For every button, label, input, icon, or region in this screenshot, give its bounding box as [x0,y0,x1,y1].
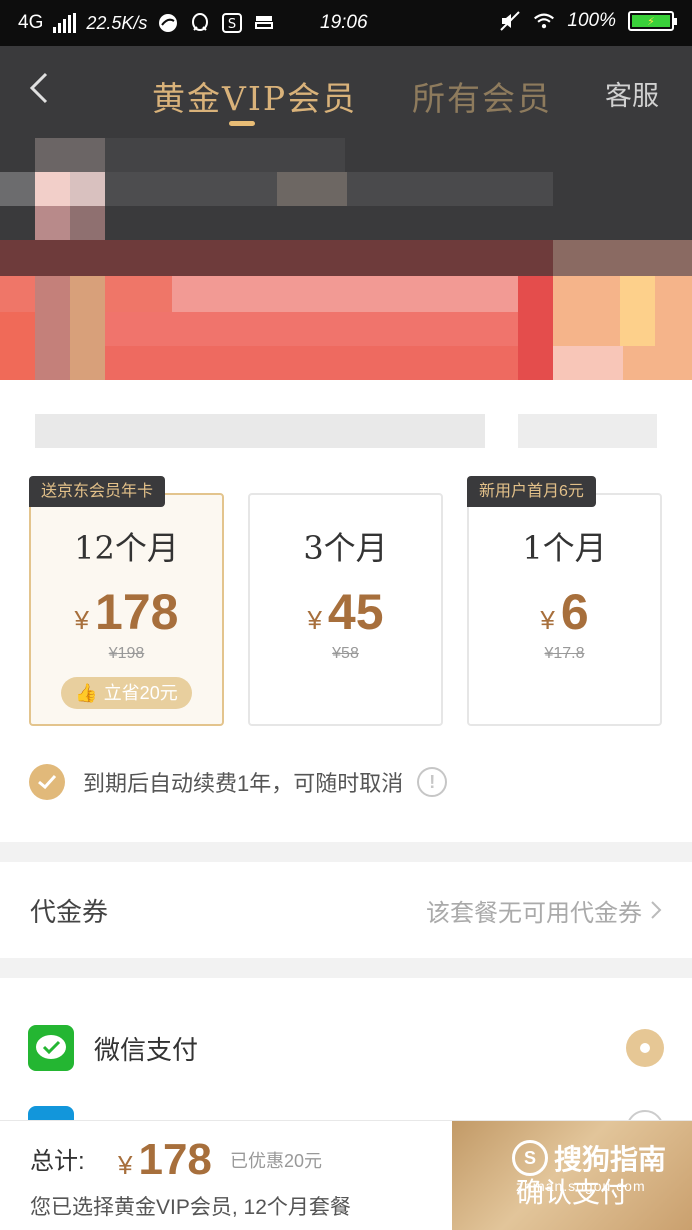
currency-symbol: ¥ [307,605,322,635]
wechat-pay-label: 微信支付 [94,1034,199,1065]
total-label: 总计: [30,1148,85,1175]
wechat-pay-icon [28,1025,74,1071]
discount-text: 已优惠20元 [230,1151,323,1171]
status-bar: 4G 22.5K/s S 19:06 100% ⚡ [0,0,692,46]
plan-duration: 12个月 [74,529,179,567]
watermark-brand: 搜狗指南 [554,1144,667,1175]
customer-service-link[interactable]: 客服 [605,74,659,113]
currency-symbol: ¥ [74,605,90,635]
wifi-icon [533,10,555,32]
s-app-icon: S [221,12,243,34]
network-speed: 22.5K/s [86,12,148,33]
storage-icon [253,12,275,34]
active-tab-indicator [229,121,255,126]
savings-label: 立省20元 [103,683,178,703]
plan-badge-new-user: 新用户首月6元 [467,476,596,507]
plan-price-value: 6 [560,584,589,640]
total-price-value: 178 [138,1135,212,1184]
tab-all-members[interactable]: 所有会员 [412,72,552,120]
currency-symbol: ¥ [540,605,555,635]
plan-price: ¥6 [469,583,660,641]
voucher-row[interactable]: 代金券 该套餐无可用代金券 [0,862,692,958]
plan-section: 12个月 ¥178 ¥198 👍 立省20元 送京东会员年卡 3个月 ¥45 ¥5… [0,450,692,842]
plan-card-12-months[interactable]: 12个月 ¥178 ¥198 👍 立省20元 [29,493,224,726]
clock: 19:06 [320,12,368,33]
plan-original-price: ¥198 [108,645,145,662]
auto-renew-checkbox[interactable] [29,764,65,800]
plan-card-1-month[interactable]: 1个月 ¥6 ¥17.8 [467,493,662,726]
promo-banner-blurred [0,132,692,450]
plan-card-3-months[interactable]: 3个月 ¥45 ¥58 [248,493,443,726]
chevron-left-icon [29,72,48,104]
sogou-logo-icon: S [512,1140,548,1176]
plan-price-value: 178 [95,584,179,640]
voucher-label: 代金券 [30,896,109,927]
plan-original-price: ¥17.8 [544,645,585,662]
plan-price: ¥178 [31,583,222,641]
check-icon [38,774,57,790]
savings-badge: 👍 立省20元 [61,677,192,709]
plan-badge-jd: 送京东会员年卡 [29,476,166,507]
currency-symbol: ¥ [118,1150,133,1180]
plan-price: ¥45 [250,583,441,641]
back-button[interactable] [22,68,58,108]
wechat-pay-radio[interactable] [626,1029,664,1067]
sogou-watermark: S 搜狗指南 zhinan.sogou.com [512,1138,666,1194]
battery-percent: 100% [567,10,616,31]
svg-text:S: S [228,17,236,32]
qq-icon [189,12,211,34]
plan-duration: 1个月 [522,529,607,567]
signal-icon [53,13,77,33]
plan-price-value: 45 [327,584,384,640]
status-left: 4G 22.5K/s S [18,12,275,34]
total-price: ¥178 [118,1135,212,1185]
thumbs-up-icon: 👍 [75,683,98,703]
top-nav: 黄金VIP会员 所有会员 客服 [0,46,692,132]
watermark-url: zhinan.sogou.com [516,1178,646,1194]
plan-original-price: ¥58 [332,645,359,662]
network-type: 4G [18,12,44,33]
battery-icon: ⚡ [628,11,677,31]
auto-renew-text: 到期后自动续费1年，可随时取消 [83,771,404,796]
payment-option-wechat[interactable]: 微信支付 [28,1025,664,1071]
app-notification-icon [157,12,179,34]
voucher-status: 该套餐无可用代金券 [426,899,642,927]
tab-gold-vip[interactable]: 黄金VIP会员 [152,72,357,120]
chevron-right-icon [651,901,662,919]
plan-duration: 3个月 [303,529,388,567]
info-icon[interactable]: ! [417,767,448,797]
voucher-value: 该套餐无可用代金券 [426,893,662,928]
status-right: 100% ⚡ [499,10,677,32]
order-summary: 您已选择黄金VIP会员, 12个月套餐 [30,1196,351,1219]
auto-renew-row: 到期后自动续费1年，可随时取消 ! [29,764,448,800]
mute-icon [499,10,521,32]
